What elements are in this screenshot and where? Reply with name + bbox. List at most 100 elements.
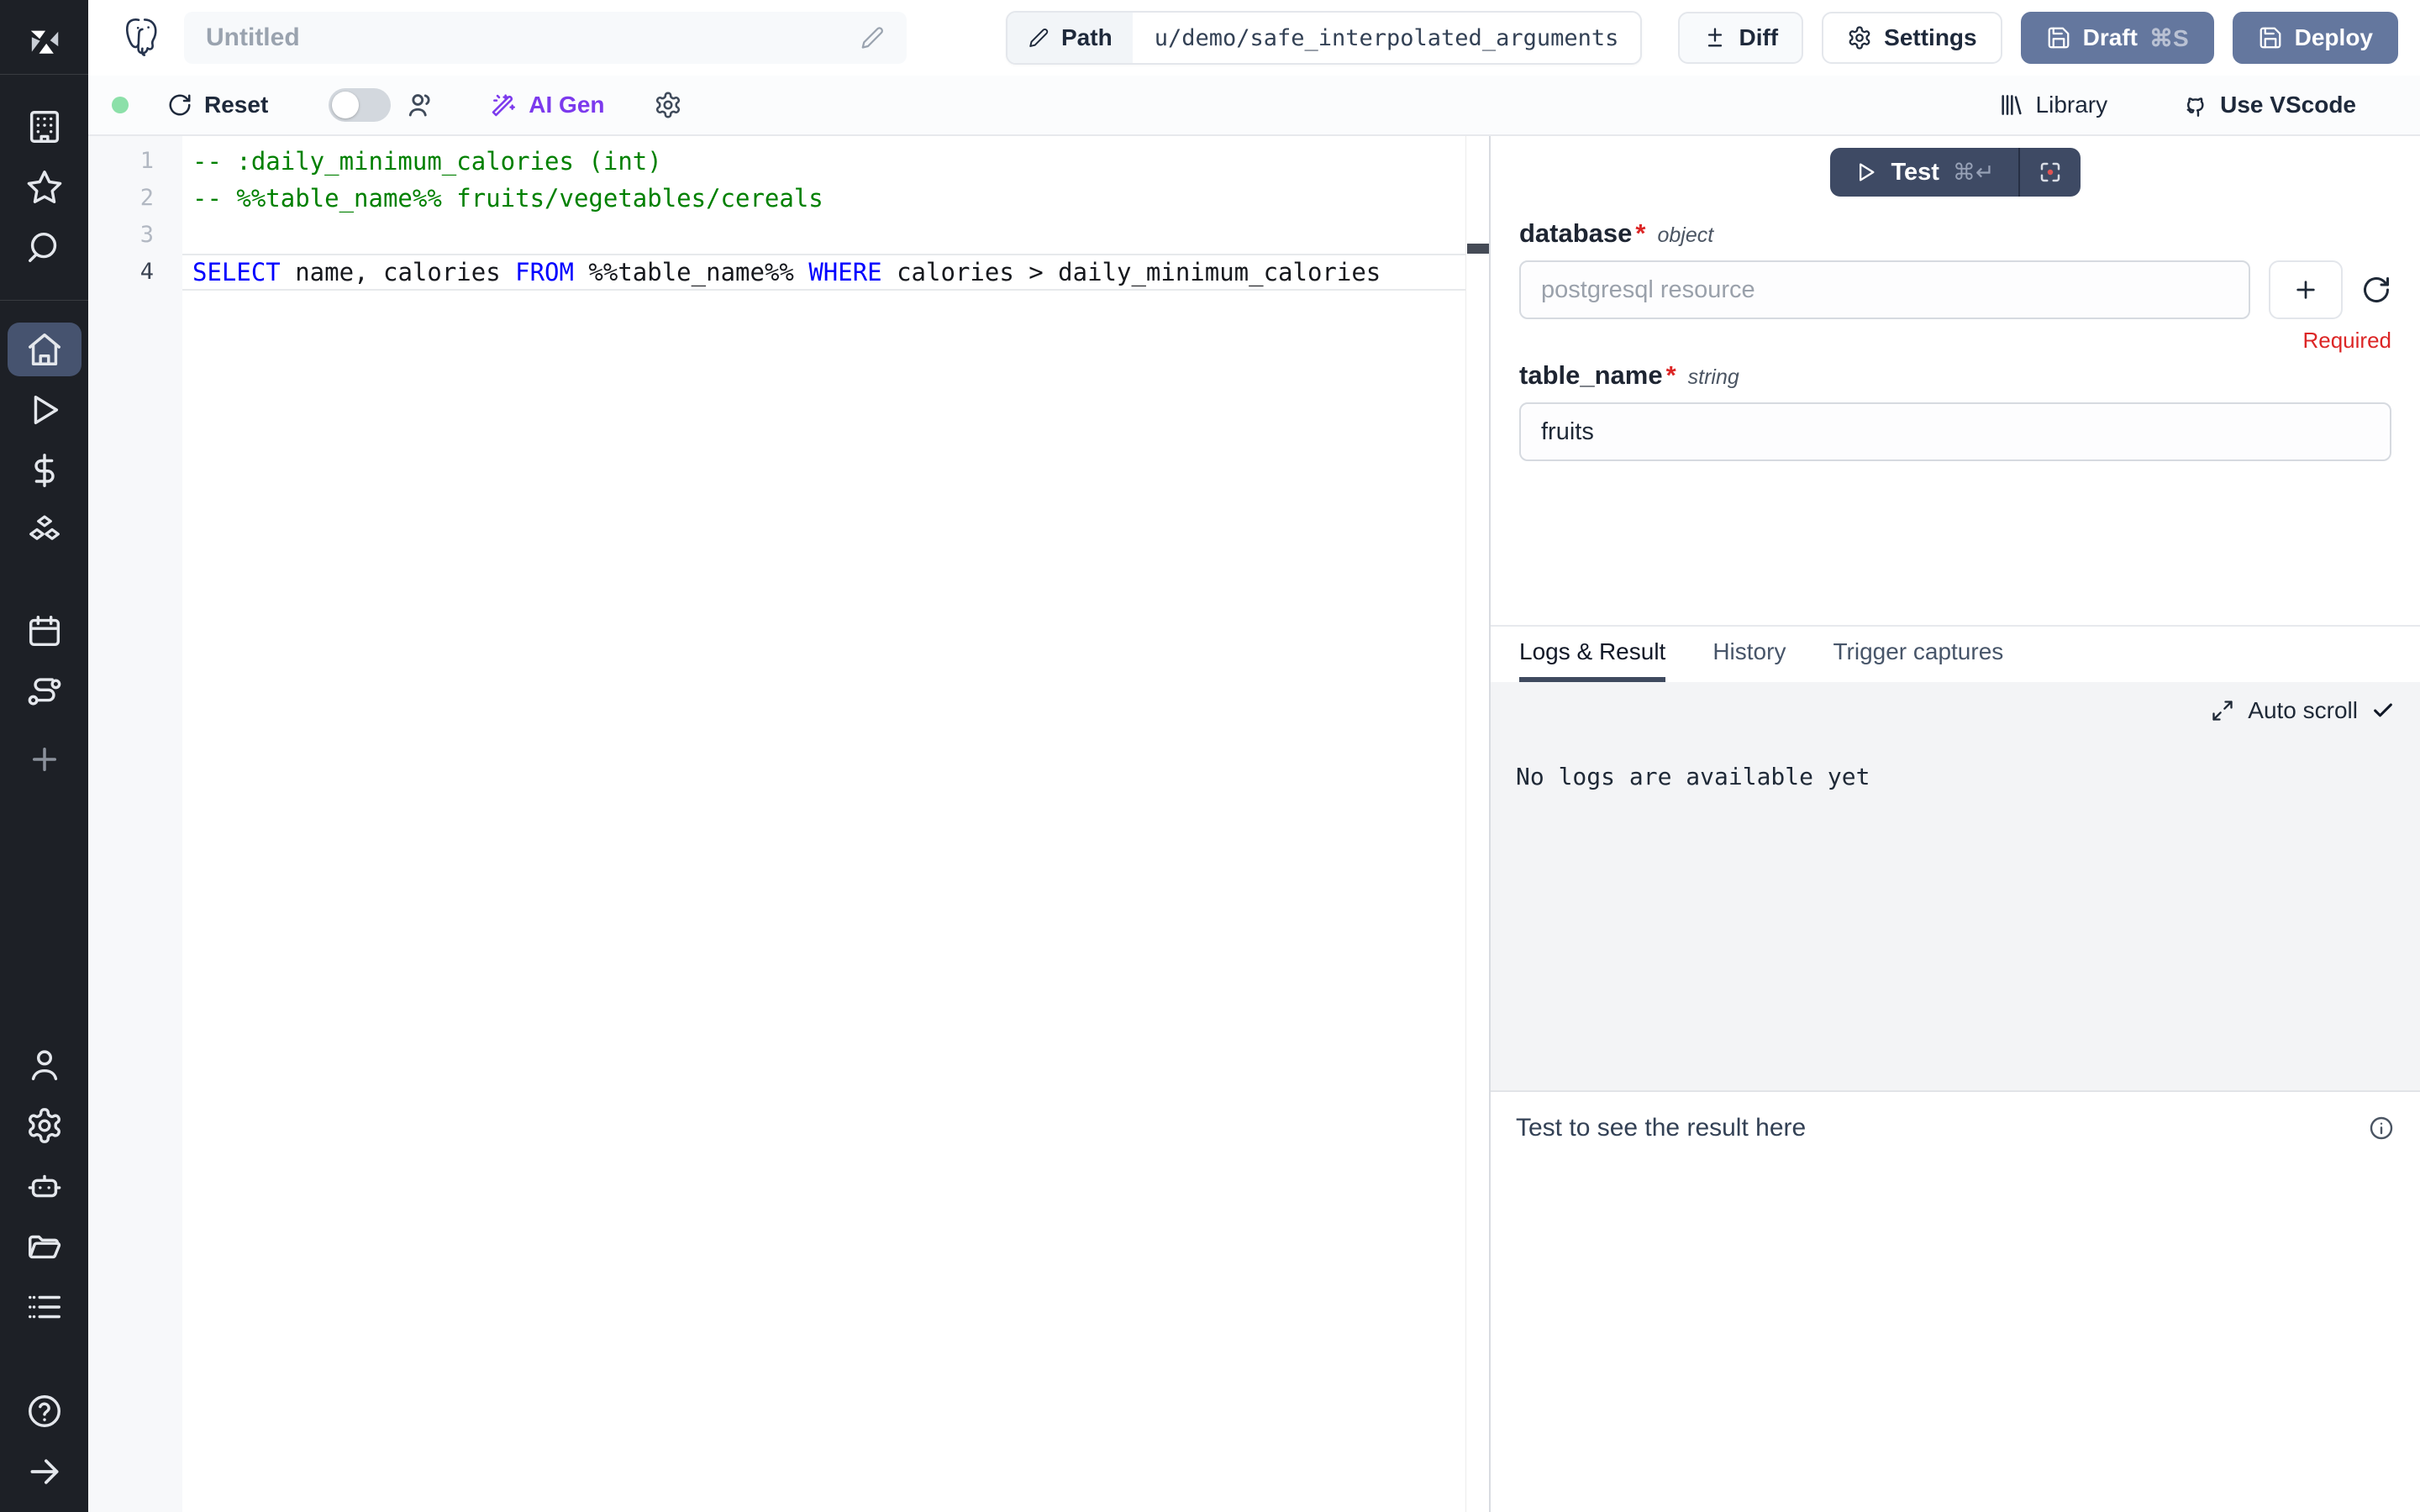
diff-button[interactable]: Diff bbox=[1678, 12, 1803, 64]
variables-icon bbox=[25, 451, 64, 490]
sidebar-item-workers[interactable] bbox=[8, 1159, 82, 1213]
status-dot bbox=[112, 97, 129, 113]
sidebar-item-resources[interactable] bbox=[8, 504, 82, 558]
use-vscode-label: Use VScode bbox=[2220, 92, 2356, 118]
code-line-2: -- %%table_name%% fruits/vegetables/cere… bbox=[182, 180, 1465, 217]
test-button[interactable]: Test ⌘↵ bbox=[1830, 148, 2018, 197]
database-field-label: database bbox=[1519, 218, 1632, 249]
sidebar-item-folders[interactable] bbox=[8, 1220, 82, 1273]
deploy-button[interactable]: Deploy bbox=[2233, 12, 2398, 64]
required-asterisk: * bbox=[1666, 360, 1676, 391]
line-number: 1 bbox=[88, 143, 182, 180]
database-field-type: object bbox=[1657, 223, 1713, 248]
settings-button[interactable]: Settings bbox=[1822, 12, 2002, 64]
path-label: Path bbox=[1061, 24, 1113, 51]
runs-icon bbox=[25, 391, 64, 429]
sql-comment: -- %%table_name%% fruits/vegetables/cere… bbox=[192, 184, 823, 213]
table-name-field: table_name* string bbox=[1519, 360, 2391, 461]
info-icon[interactable] bbox=[2368, 1115, 2395, 1142]
required-message: Required bbox=[1519, 328, 2391, 354]
gear-icon bbox=[25, 1106, 64, 1145]
sidebar-divider bbox=[0, 74, 88, 75]
sidebar-item-add[interactable] bbox=[8, 732, 82, 786]
rotate-icon bbox=[167, 92, 192, 118]
test-button-group: Test ⌘↵ bbox=[1830, 148, 2080, 197]
refresh-resources-button[interactable] bbox=[2361, 275, 2391, 305]
sidebar-item-workspace[interactable] bbox=[8, 100, 82, 154]
plus-icon bbox=[27, 742, 62, 777]
reset-button[interactable]: Reset bbox=[167, 92, 268, 118]
code-area[interactable]: -- :daily_minimum_calories (int) -- %%ta… bbox=[182, 136, 1465, 1512]
check-icon[interactable] bbox=[2371, 699, 2395, 722]
expand-logs-icon[interactable] bbox=[2211, 699, 2234, 722]
workers-icon bbox=[25, 1167, 64, 1205]
path-label-section[interactable]: Path bbox=[1007, 13, 1133, 63]
script-title: Untitled bbox=[206, 24, 860, 52]
code-line-3 bbox=[182, 217, 1465, 254]
sql-keyword: SELECT bbox=[192, 258, 281, 286]
settings-label: Settings bbox=[1884, 24, 1976, 51]
add-resource-button[interactable] bbox=[2269, 260, 2343, 319]
result-hint: Test to see the result here bbox=[1516, 1114, 1806, 1142]
script-settings-gear-icon[interactable] bbox=[654, 91, 682, 119]
sidebar-item-help[interactable] bbox=[8, 1384, 82, 1438]
library-label: Library bbox=[2036, 92, 2108, 118]
sidebar-item-flows[interactable] bbox=[8, 665, 82, 719]
use-vscode-button[interactable]: Use VScode bbox=[2180, 91, 2356, 119]
code-editor[interactable]: 1 2 3 4 -- :daily_minimum_calories (int)… bbox=[88, 136, 1489, 1512]
draft-button[interactable]: Draft ⌘S bbox=[2021, 12, 2214, 64]
user-icon bbox=[25, 1046, 64, 1084]
sidebar-item-search[interactable] bbox=[8, 221, 82, 275]
tab-history[interactable]: History bbox=[1712, 627, 1786, 682]
collaboration-toggle[interactable] bbox=[329, 88, 391, 122]
edit-path-pencil-icon bbox=[1028, 27, 1050, 49]
github-icon bbox=[2180, 91, 2208, 119]
sidebar-item-home[interactable] bbox=[8, 323, 82, 376]
draft-label: Draft bbox=[2083, 24, 2138, 51]
tab-trigger-captures[interactable]: Trigger captures bbox=[1833, 627, 2003, 682]
sidebar-item-logs[interactable] bbox=[8, 1280, 82, 1334]
home-icon bbox=[25, 330, 64, 369]
star-icon bbox=[25, 168, 64, 207]
line-number: 2 bbox=[88, 180, 182, 217]
buildings-icon bbox=[25, 108, 64, 146]
sidebar-divider bbox=[0, 300, 88, 301]
library-button[interactable]: Library bbox=[1997, 92, 2108, 118]
test-shortcut: ⌘↵ bbox=[1953, 160, 1995, 186]
folder-open-icon bbox=[25, 1227, 64, 1266]
test-label: Test bbox=[1891, 159, 1939, 186]
editor-toolbar: Reset AI Gen Library Use VScode bbox=[88, 76, 2420, 136]
sidebar-item-favorites[interactable] bbox=[8, 160, 82, 214]
table-name-field-label: table_name bbox=[1519, 360, 1663, 391]
save-icon bbox=[2258, 25, 2283, 50]
sidebar-item-variables[interactable] bbox=[8, 444, 82, 497]
editor-overview-ruler[interactable] bbox=[1465, 136, 1489, 1512]
edit-title-pencil-icon[interactable] bbox=[860, 25, 885, 50]
windmill-logo[interactable] bbox=[23, 17, 66, 74]
play-icon bbox=[1854, 160, 1877, 184]
line-number-gutter: 1 2 3 4 bbox=[88, 136, 182, 1512]
database-resource-input[interactable] bbox=[1519, 260, 2250, 319]
sidebar-item-schedules[interactable] bbox=[8, 605, 82, 659]
path-value[interactable]: u/demo/safe_interpolated_arguments bbox=[1133, 13, 1641, 63]
panel-tabs: Logs & Result History Trigger captures bbox=[1491, 625, 2420, 682]
line-number-current: 4 bbox=[88, 254, 182, 291]
tab-logs-result[interactable]: Logs & Result bbox=[1519, 627, 1665, 682]
sidebar-expand-button[interactable] bbox=[8, 1445, 82, 1499]
ai-gen-button[interactable]: AI Gen bbox=[490, 92, 604, 118]
schedules-icon bbox=[25, 612, 64, 651]
sidebar-item-runs[interactable] bbox=[8, 383, 82, 437]
sidebar-item-settings[interactable] bbox=[8, 1099, 82, 1152]
save-icon bbox=[2046, 25, 2071, 50]
path-chip[interactable]: Path u/demo/safe_interpolated_arguments bbox=[1006, 11, 1642, 65]
table-name-input[interactable] bbox=[1519, 402, 2391, 461]
sidebar-item-user[interactable] bbox=[8, 1038, 82, 1092]
arguments-section: Test ⌘↵ database * object bbox=[1491, 136, 2420, 625]
ai-gen-label: AI Gen bbox=[529, 92, 604, 118]
toggle-knob bbox=[332, 92, 359, 118]
plus-icon bbox=[2292, 276, 2319, 303]
script-title-input[interactable]: Untitled bbox=[184, 12, 907, 64]
logs-empty-message: No logs are available yet bbox=[1516, 763, 2395, 790]
sql-keyword: FROM bbox=[515, 258, 574, 286]
capture-test-button[interactable] bbox=[2020, 148, 2081, 197]
